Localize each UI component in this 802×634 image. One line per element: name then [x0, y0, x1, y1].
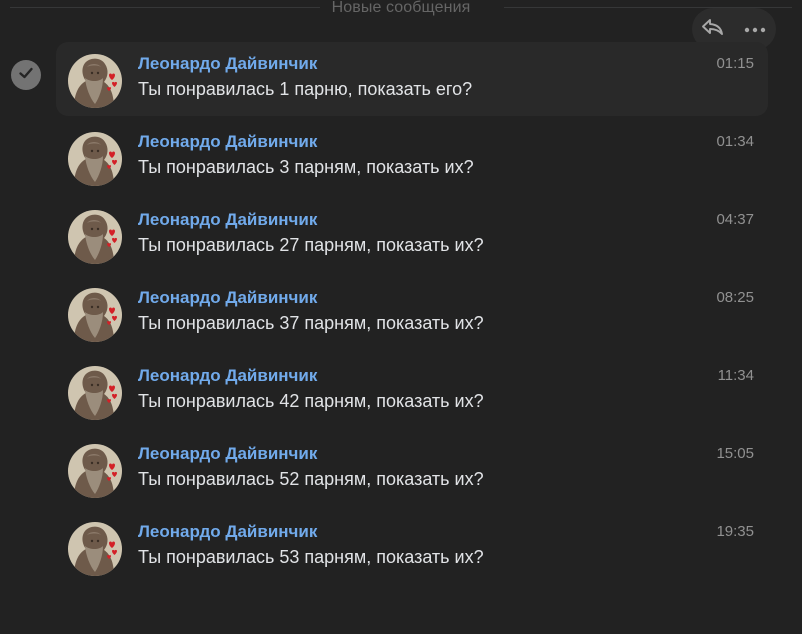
more-icon — [744, 20, 766, 38]
message-text: Ты понравилась 52 парням, показать их? — [138, 469, 484, 489]
message-time: 08:25 — [716, 289, 754, 306]
new-messages-divider: Новые сообщения — [0, 0, 802, 20]
message-item[interactable]: Леонардо Дайвинчик 04:37 Ты понравилась … — [56, 198, 768, 272]
message-item[interactable]: Леонардо Дайвинчик 01:15 Ты понравилась … — [56, 42, 768, 116]
message-item[interactable]: Леонардо Дайвинчик 08:25 Ты понравилась … — [56, 276, 768, 350]
message-time: 04:37 — [716, 211, 754, 228]
avatar[interactable] — [68, 132, 122, 186]
message-item[interactable]: Леонардо Дайвинчик 11:34 Ты понравилась … — [56, 354, 768, 428]
divider-line-left — [10, 7, 320, 8]
message-text: Ты понравилась 53 парням, показать их? — [138, 547, 484, 567]
avatar[interactable] — [68, 210, 122, 264]
avatar[interactable] — [68, 54, 122, 108]
avatar[interactable] — [68, 288, 122, 342]
message-text: Ты понравилась 37 парням, показать их? — [138, 313, 484, 333]
reply-icon — [701, 17, 725, 42]
avatar[interactable] — [68, 366, 122, 420]
message-time: 01:15 — [716, 55, 754, 72]
message-text: Ты понравилась 3 парням, показать их? — [138, 157, 474, 177]
message-item[interactable]: Леонардо Дайвинчик 19:35 Ты понравилась … — [56, 510, 768, 584]
message-time: 11:34 — [717, 367, 754, 384]
message-item[interactable]: Леонардо Дайвинчик 01:34 Ты понравилась … — [56, 120, 768, 194]
message-author[interactable]: Леонардо Дайвинчик — [138, 210, 317, 230]
message-text: Ты понравилась 27 парням, показать их? — [138, 235, 484, 255]
message-author[interactable]: Леонардо Дайвинчик — [138, 444, 317, 464]
message-author[interactable]: Леонардо Дайвинчик — [138, 132, 317, 152]
message-time: 19:35 — [716, 523, 754, 540]
checkmark-icon — [17, 64, 35, 87]
avatar[interactable] — [68, 522, 122, 576]
message-author[interactable]: Леонардо Дайвинчик — [138, 288, 317, 308]
message-author[interactable]: Леонардо Дайвинчик — [138, 522, 317, 542]
message-author[interactable]: Леонардо Дайвинчик — [138, 54, 317, 74]
chat-window: Новые сообщения Леонардо Дайвинчик 01:15… — [0, 0, 802, 634]
message-select-checkbox[interactable] — [11, 60, 41, 90]
new-messages-label: Новые сообщения — [331, 0, 471, 16]
message-author[interactable]: Леонардо Дайвинчик — [138, 366, 317, 386]
message-time: 01:34 — [716, 133, 754, 150]
avatar[interactable] — [68, 444, 122, 498]
message-text: Ты понравилась 1 парню, показать его? — [138, 79, 473, 99]
message-text: Ты понравилась 42 парням, показать их? — [138, 391, 484, 411]
message-time: 15:05 — [716, 445, 754, 462]
message-item[interactable]: Леонардо Дайвинчик 15:05 Ты понравилась … — [56, 432, 768, 506]
